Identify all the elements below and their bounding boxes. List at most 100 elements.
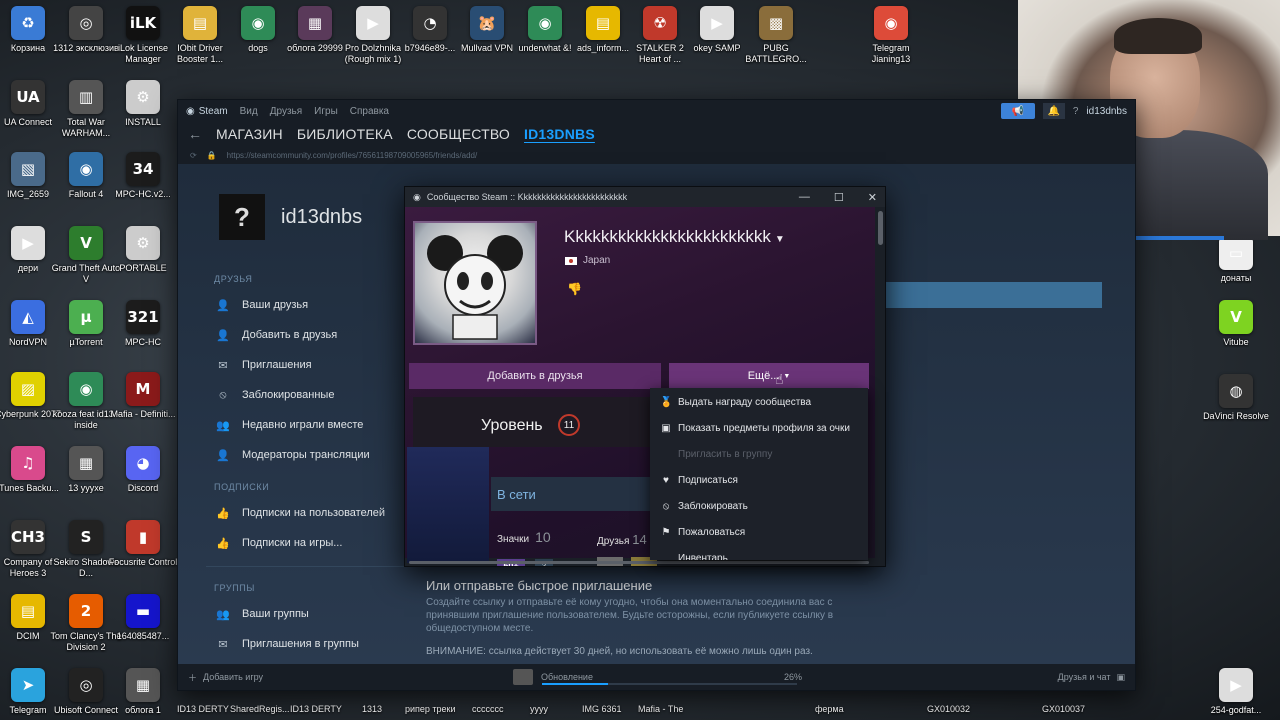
country-info: Japan bbox=[565, 255, 610, 266]
dropdown-item-label: Заблокировать bbox=[678, 500, 748, 512]
desktop-icon-label[interactable]: GX010037 bbox=[1042, 704, 1085, 714]
update-percent: 26% bbox=[784, 672, 803, 682]
desktop-icon-label: дери bbox=[17, 263, 39, 273]
steam-logo[interactable]: ◉ Steam bbox=[186, 106, 228, 117]
help-icon[interactable]: ? bbox=[1073, 106, 1079, 117]
thumb-icon: 👍 bbox=[216, 537, 230, 550]
desktop-icon[interactable]: ▦ облога 1 bbox=[107, 668, 179, 720]
nav-profile[interactable]: ID13DNBS bbox=[524, 126, 595, 142]
sidebar-item[interactable]: 👤 Модераторы трансляции bbox=[214, 440, 414, 470]
more-button[interactable]: Ещё... ▼ bbox=[669, 363, 869, 389]
popup-titlebar: ◉ Сообщество Steam :: Kkkkkkkkkkkkkkkkkk… bbox=[405, 187, 885, 207]
dropdown-item[interactable]: ⦸ Заблокировать bbox=[650, 493, 868, 519]
sidebar-item-label: Модераторы трансляции bbox=[242, 449, 370, 461]
sidebar-item[interactable]: 👤 Ваши друзья bbox=[214, 290, 414, 320]
desktop-icon[interactable]: V Vitube bbox=[1200, 300, 1272, 372]
minimize-icon[interactable]: — bbox=[799, 191, 810, 204]
thumb-icon: 👍 bbox=[216, 507, 230, 520]
badges-link[interactable]: Значки 10 bbox=[497, 529, 551, 545]
dropdown-item[interactable]: 🏅 Выдать награду сообщества bbox=[650, 389, 868, 415]
sidebar-item-label: Приглашения в группы bbox=[242, 638, 359, 650]
desktop-icon-label[interactable]: ccccccc bbox=[472, 704, 504, 714]
desktop-icon[interactable]: ⚙ INSTALL bbox=[107, 80, 179, 152]
nav-community[interactable]: СООБЩЕСТВО bbox=[407, 126, 510, 142]
desktop-icon-label[interactable]: рипер треки bbox=[405, 704, 456, 714]
desktop-icon-label: 13 yyyxe bbox=[68, 483, 104, 493]
avatar-placeholder[interactable]: ? bbox=[219, 194, 265, 240]
user-menu[interactable]: id13dnbs bbox=[1086, 106, 1127, 117]
add-friend-button[interactable]: Добавить в друзья bbox=[409, 363, 661, 389]
desktop-icon[interactable]: ◍ DaVinci Resolve bbox=[1200, 374, 1272, 446]
close-icon[interactable]: ✕ bbox=[868, 191, 877, 204]
desktop-icon[interactable]: 34 MPC-HC.v2... bbox=[107, 152, 179, 224]
avatar-image bbox=[427, 235, 523, 340]
add-game-label: Добавить игру bbox=[203, 672, 264, 682]
desktop-icon-label[interactable]: уууу bbox=[530, 704, 548, 714]
desktop-icon-label: Telegram bbox=[9, 705, 47, 715]
popup-profile-name[interactable]: Kkkkkkkkkkkkkkkkkkkkkkkk ▼ bbox=[564, 227, 785, 247]
nav-library[interactable]: БИБЛИОТЕКА bbox=[297, 126, 393, 142]
sidebar-item[interactable]: 👥 Недавно играли вместе bbox=[214, 410, 414, 440]
desktop-icon-image: 321 bbox=[126, 300, 160, 334]
dropdown-item[interactable]: ⚑ Пожаловаться bbox=[650, 519, 868, 545]
desktop-icon[interactable]: ▩ PUBG BATTLEGRO... bbox=[740, 6, 812, 78]
dropdown-item-label: Показать предметы профиля за очки bbox=[678, 422, 850, 434]
add-game-button[interactable]: ＋ Добавить игру bbox=[188, 671, 263, 684]
sidebar-item[interactable]: 👍 Подписки на пользователей bbox=[214, 498, 414, 528]
desktop-icon-label[interactable]: GX010032 bbox=[927, 704, 970, 714]
reload-icon[interactable]: ⟳ bbox=[190, 151, 197, 160]
dropdown-item[interactable]: ♥ Подписаться bbox=[650, 467, 868, 493]
more-dropdown-menu: 🏅 Выдать награду сообщества ▣ Показать пред… bbox=[650, 388, 868, 560]
desktop-icon[interactable]: ◉ Telegram Jianing13 bbox=[855, 6, 927, 78]
desktop-icon[interactable]: ▬ 164085487... bbox=[107, 594, 179, 666]
menu-games[interactable]: Игры bbox=[314, 106, 338, 117]
sidebar-item[interactable]: ✉ Приглашения bbox=[214, 350, 414, 380]
desktop-icon-image: 🐹 bbox=[470, 6, 504, 40]
profile-avatar[interactable] bbox=[413, 221, 537, 345]
megaphone-icon[interactable]: 📢 bbox=[1000, 103, 1035, 119]
menu-friends[interactable]: Друзья bbox=[270, 106, 302, 117]
desktop-icon-label[interactable]: ID13 DERTY bbox=[290, 704, 342, 714]
menu-help[interactable]: Справка bbox=[350, 106, 389, 117]
vertical-scrollbar[interactable] bbox=[878, 211, 883, 245]
steam-nav: ← МАГАЗИН БИБЛИОТЕКА СООБЩЕСТВО ID13DNBS bbox=[178, 122, 1135, 146]
divider bbox=[206, 566, 416, 567]
desktop-icon-label[interactable]: SharedRegis... bbox=[230, 704, 290, 714]
desktop-icon-image: ◎ bbox=[69, 668, 103, 702]
desktop-icon[interactable]: 321 MPC-HC bbox=[107, 300, 179, 372]
horizontal-scrollbar[interactable] bbox=[409, 561, 869, 564]
sidebar-item[interactable]: 👥 Ваши группы bbox=[214, 599, 414, 629]
friends-link[interactable]: Друзья 14 bbox=[597, 532, 647, 547]
back-arrow-icon[interactable]: ← bbox=[188, 126, 202, 142]
desktop-icon[interactable]: ▭ донаты bbox=[1200, 236, 1272, 308]
desktop-icon[interactable]: ▶ 254-godfat... bbox=[1200, 668, 1272, 720]
section-friends: ДРУЗЬЯ bbox=[214, 274, 253, 284]
desktop-icon-label[interactable]: Mafia - The bbox=[638, 704, 683, 714]
desktop-icon[interactable]: M Mafia - Definiti... bbox=[107, 372, 179, 444]
desktop-icon-image: ➤ bbox=[11, 668, 45, 702]
sidebar-item[interactable]: ⦸ Заблокированные bbox=[214, 380, 414, 410]
sidebar-item[interactable]: ✉ Приглашения в группы bbox=[214, 629, 414, 659]
steam-statusbar: ＋ Добавить игру Обновление 26% Друзья и ч… bbox=[178, 664, 1135, 690]
window-controls: — ☐ ✕ bbox=[799, 191, 877, 204]
maximize-icon[interactable]: ☐ bbox=[834, 191, 844, 204]
desktop-icon-label[interactable]: ID13 DERTY bbox=[177, 704, 229, 714]
desktop-icon-image: UA bbox=[11, 80, 45, 114]
desktop-icon[interactable]: ⚙ PORTABLE bbox=[107, 226, 179, 298]
desktop-icon-label[interactable]: ферма bbox=[815, 704, 844, 714]
friends-chat-button[interactable]: Друзья и чат ▣ bbox=[1058, 672, 1125, 683]
desktop-icon-label[interactable]: IMG 6361 bbox=[582, 704, 622, 714]
url-text[interactable]: https://steamcommunity.com/profiles/7656… bbox=[227, 151, 478, 160]
dropdown-item[interactable]: ▣ Показать предметы профиля за очки bbox=[650, 415, 868, 441]
bell-icon[interactable]: 🔔 bbox=[1042, 103, 1065, 119]
user-icon: 👤 bbox=[216, 299, 230, 312]
desktop-icon-label[interactable]: 1313 bbox=[362, 704, 382, 714]
friends-label: Друзья bbox=[597, 536, 630, 547]
menu-view[interactable]: Вид bbox=[240, 106, 258, 117]
desktop-icon[interactable]: ▮ Focusrite Control bbox=[107, 520, 179, 592]
dropdown-item[interactable]: Инвентарь bbox=[650, 545, 868, 561]
desktop-icon[interactable]: ◕ Discord bbox=[107, 446, 179, 518]
sidebar-item[interactable]: 👍 Подписки на игры... bbox=[214, 528, 414, 558]
sidebar-item[interactable]: 👤 Добавить в друзья bbox=[214, 320, 414, 350]
nav-store[interactable]: МАГАЗИН bbox=[216, 126, 283, 142]
